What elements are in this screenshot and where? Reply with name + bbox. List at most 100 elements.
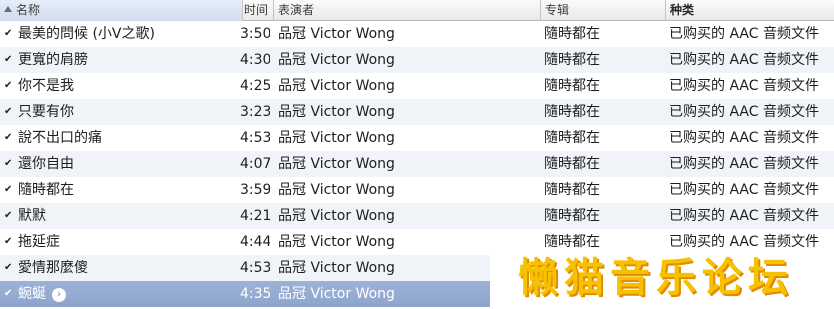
checkmark-icon[interactable]: ✔	[4, 185, 14, 195]
track-time: 3:59	[240, 177, 270, 203]
track-kind: 已购买的 AAC 音频文件	[669, 203, 834, 229]
track-row[interactable]: ✔ 更寬的肩膀 4:30 品冠 Victor Wong 隨時都在 已购买的 AAC 音频文…	[0, 47, 834, 73]
column-header-album-label: 专辑	[545, 3, 570, 17]
track-album-text: 隨時都在	[544, 52, 600, 68]
track-time-text: 4:53	[240, 130, 270, 146]
track-row[interactable]: ✔ 默默 4:21 品冠 Victor Wong 隨時都在 已购买的 AAC 音频文件	[0, 203, 834, 229]
track-time-text: 3:23	[240, 104, 270, 120]
checkmark-icon[interactable]: ✔	[4, 81, 14, 91]
track-artist-text: 品冠 Victor Wong	[278, 156, 395, 172]
track-artist-text: 品冠 Victor Wong	[278, 182, 395, 198]
track-row[interactable]: ✔ 隨時都在 3:59 品冠 Victor Wong 隨時都在 已购买的 AAC 音频文件	[0, 177, 834, 203]
checkmark-icon[interactable]: ✔	[4, 159, 14, 169]
track-album-text: 隨時都在	[544, 26, 600, 42]
checkmark-icon[interactable]: ✔	[4, 263, 14, 273]
track-album-text: 隨時都在	[544, 208, 600, 224]
track-name: 更寬的肩膀	[18, 47, 240, 73]
track-artist: 品冠 Victor Wong	[278, 203, 538, 229]
circle-arrow-right-icon[interactable]: ›	[52, 288, 66, 302]
track-name: 你不是我	[18, 73, 240, 99]
track-time: 4:25	[240, 73, 270, 99]
track-kind: 已购买的 AAC 音频文件	[669, 151, 834, 177]
track-artist-text: 品冠 Victor Wong	[278, 104, 395, 120]
track-artist: 品冠 Victor Wong	[278, 73, 538, 99]
column-header-kind[interactable]: 种类	[665, 0, 834, 21]
track-kind-text: 已购买的 AAC 音频文件	[669, 156, 819, 172]
track-name-text: 拖延症	[18, 234, 60, 250]
track-artist-text: 品冠 Victor Wong	[278, 234, 395, 250]
watermark-overlay: 懒猫音乐论坛	[490, 248, 834, 309]
track-time-text: 3:59	[240, 182, 270, 198]
track-name: 只要有你	[18, 99, 240, 125]
track-name: 默默	[18, 203, 240, 229]
track-album-text: 隨時都在	[544, 104, 600, 120]
track-album: 隨時都在	[544, 125, 664, 151]
column-header-artist[interactable]: 表演者	[273, 0, 540, 21]
track-row[interactable]: ✔ 只要有你 3:23 品冠 Victor Wong 隨時都在 已购买的 AAC 音频文件	[0, 99, 834, 125]
track-album: 隨時都在	[544, 151, 664, 177]
track-artist-text: 品冠 Victor Wong	[278, 130, 395, 146]
track-name-text: 蜿蜒	[18, 286, 46, 302]
track-artist-text: 品冠 Victor Wong	[278, 286, 395, 302]
track-time-text: 4:07	[240, 156, 270, 172]
track-name: 拖延症	[18, 229, 240, 255]
track-kind-text: 已购买的 AAC 音频文件	[669, 52, 819, 68]
track-kind-text: 已购买的 AAC 音频文件	[669, 26, 819, 42]
column-header-bar: 名称 时间 表演者 专辑 种类	[0, 0, 834, 21]
track-name-text: 愛情那麼傻	[18, 260, 88, 276]
column-header-name[interactable]: 名称	[0, 0, 242, 21]
track-artist: 品冠 Victor Wong	[278, 47, 538, 73]
track-kind-text: 已购买的 AAC 音频文件	[669, 104, 819, 120]
track-row[interactable]: ✔ 還你自由 4:07 品冠 Victor Wong 隨時都在 已购买的 AAC 音频文件	[0, 151, 834, 177]
track-time: 3:50	[240, 21, 270, 47]
track-row[interactable]: ✔ 你不是我 4:25 品冠 Victor Wong 隨時都在 已购买的 AAC 音频文件	[0, 73, 834, 99]
track-time: 4:35	[240, 281, 270, 307]
track-name-text: 最美的問候 (小V之歌)	[18, 26, 155, 42]
track-artist: 品冠 Victor Wong	[278, 125, 538, 151]
column-header-time[interactable]: 时间	[242, 0, 273, 21]
track-name-text: 隨時都在	[18, 182, 74, 198]
track-artist-text: 品冠 Victor Wong	[278, 78, 395, 94]
track-album: 隨時都在	[544, 99, 664, 125]
track-time-text: 4:35	[240, 286, 270, 302]
track-kind-text: 已购买的 AAC 音频文件	[669, 78, 819, 94]
track-artist-text: 品冠 Victor Wong	[278, 208, 395, 224]
track-name: 說不出口的痛	[18, 125, 240, 151]
checkmark-icon[interactable]: ✔	[4, 289, 14, 299]
track-time-text: 4:53	[240, 260, 270, 276]
checkmark-icon[interactable]: ✔	[4, 29, 14, 39]
track-name: 隨時都在	[18, 177, 240, 203]
track-name-text: 只要有你	[18, 104, 74, 120]
track-kind-text: 已购买的 AAC 音频文件	[669, 182, 819, 198]
track-album: 隨時都在	[544, 73, 664, 99]
track-time-text: 4:44	[240, 234, 270, 250]
column-header-time-label: 时间	[243, 3, 268, 17]
track-time: 4:53	[240, 125, 270, 151]
track-album-text: 隨時都在	[544, 182, 600, 198]
track-kind: 已购买的 AAC 音频文件	[669, 177, 834, 203]
track-time: 4:30	[240, 47, 270, 73]
track-row[interactable]: ✔ 說不出口的痛 4:53 品冠 Victor Wong 隨時都在 已购买的 AAC 音频…	[0, 125, 834, 151]
track-kind: 已购买的 AAC 音频文件	[669, 47, 834, 73]
track-album: 隨時都在	[544, 177, 664, 203]
track-row[interactable]: ✔ 最美的問候 (小V之歌) 3:50 品冠 Victor Wong 隨時都在 已购买的 …	[0, 21, 834, 47]
sort-ascending-icon	[4, 6, 12, 12]
track-kind: 已购买的 AAC 音频文件	[669, 125, 834, 151]
track-kind-text: 已购买的 AAC 音频文件	[669, 208, 819, 224]
track-name-text: 你不是我	[18, 78, 74, 94]
checkmark-icon[interactable]: ✔	[4, 133, 14, 143]
column-header-artist-label: 表演者	[278, 3, 315, 17]
track-kind: 已购买的 AAC 音频文件	[669, 99, 834, 125]
track-album: 隨時都在	[544, 203, 664, 229]
track-time-text: 3:50	[240, 26, 270, 42]
checkmark-icon[interactable]: ✔	[4, 237, 14, 247]
track-time-text: 4:21	[240, 208, 270, 224]
track-time-text: 4:25	[240, 78, 270, 94]
track-album-text: 隨時都在	[544, 78, 600, 94]
track-name: 蜿蜒 ›	[18, 281, 240, 307]
column-header-album[interactable]: 专辑	[540, 0, 665, 21]
track-artist: 品冠 Victor Wong	[278, 151, 538, 177]
checkmark-icon[interactable]: ✔	[4, 211, 14, 221]
checkmark-icon[interactable]: ✔	[4, 107, 14, 117]
checkmark-icon[interactable]: ✔	[4, 55, 14, 65]
